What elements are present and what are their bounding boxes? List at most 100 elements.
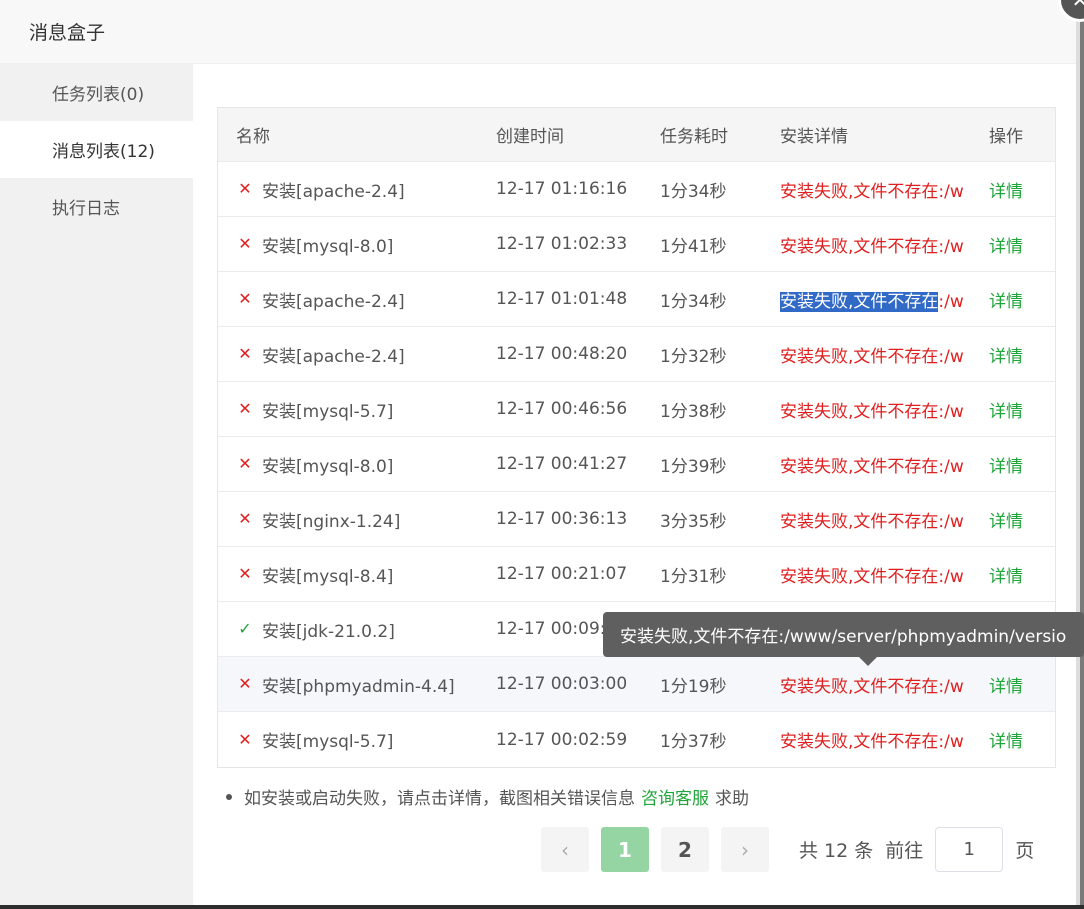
details-link[interactable]: 详情 xyxy=(989,402,1023,422)
background-strip xyxy=(0,905,1084,909)
row-duration: 1分34秒 xyxy=(660,291,727,312)
details-link[interactable]: 详情 xyxy=(989,512,1023,532)
row-name: 安装[mysql-8.0] xyxy=(262,456,394,477)
header-name: 名称 xyxy=(236,127,270,147)
row-name: 安装[apache-2.4] xyxy=(262,181,405,202)
row-duration: 1分39秒 xyxy=(660,456,727,477)
row-created: 12-17 01:02:33 xyxy=(496,234,628,254)
row-duration: 1分32秒 xyxy=(660,346,727,367)
row-duration: 1分34秒 xyxy=(660,181,727,202)
row-details: 安装失败,文件不存在:/w xyxy=(780,676,964,697)
fail-icon: ✕ xyxy=(238,729,252,749)
fail-icon: ✕ xyxy=(238,179,252,198)
fail-icon: ✕ xyxy=(238,289,252,308)
page-1-button[interactable]: 1 xyxy=(601,827,649,872)
next-page-button[interactable]: › xyxy=(721,827,769,872)
details-link[interactable]: 详情 xyxy=(989,457,1023,477)
row-created: 12-17 00:41:27 xyxy=(496,454,628,474)
row-created: 12-17 00:03:00 xyxy=(496,674,628,694)
row-details: 安装失败,文件不存在:/w xyxy=(780,236,964,257)
row-name: 安装[nginx-1.24] xyxy=(262,511,401,532)
row-created: 12-17 01:16:16 xyxy=(496,179,628,199)
close-icon: ✕ xyxy=(1071,0,1084,12)
sidebar-item-task-list[interactable]: 任务列表(0) xyxy=(0,64,193,121)
check-icon: ✓ xyxy=(238,619,252,638)
row-created: 12-17 00:21:07 xyxy=(496,564,628,584)
page-unit-label: 页 xyxy=(1015,840,1035,862)
table-row: ✕ 安装[mysql-8.0] 12-17 01:02:33 1分41秒 安装失败… xyxy=(218,217,1055,272)
sidebar-item-execution-log[interactable]: 执行日志 xyxy=(0,178,193,235)
table-row: ✕ 安装[apache-2.4] 12-17 01:01:48 1分34秒 安装失… xyxy=(218,272,1055,327)
sidebar-item-label: 消息列表(12) xyxy=(52,142,155,162)
table-header: 名称 创建时间 任务耗时 安装详情 操作 xyxy=(218,108,1055,162)
details-link[interactable]: 详情 xyxy=(989,677,1023,697)
row-details: 安装失败,文件不存在:/w xyxy=(780,456,964,477)
row-details: 安装失败,文件不存在:/w xyxy=(780,181,964,202)
message-box-dialog: 消息盒子 任务列表(0) 消息列表(12) 执行日志 名称 创建时间 任务耗时 … xyxy=(0,0,1080,905)
sidebar-item-label: 任务列表(0) xyxy=(52,85,145,105)
prev-page-button[interactable]: ‹ xyxy=(541,827,589,872)
row-duration: 1分19秒 xyxy=(660,676,727,697)
row-created: 12-17 00:02:59 xyxy=(496,729,628,750)
table-row: ✕ 安装[apache-2.4] 12-17 00:48:20 1分32秒 安装失… xyxy=(218,327,1055,382)
fail-icon: ✕ xyxy=(238,399,252,418)
details-tooltip: 安装失败,文件不存在:/www/server/phpmyadmin/versio xyxy=(603,612,1084,657)
header-details: 安装详情 xyxy=(780,127,848,147)
table-row: ✕ 安装[mysql-5.7] 12-17 00:46:56 1分38秒 安装失败… xyxy=(218,382,1055,437)
row-name: 安装[mysql-8.4] xyxy=(262,566,394,587)
table-row: ✕ 安装[mysql-8.4] 12-17 00:21:07 1分31秒 安装失败… xyxy=(218,547,1055,602)
table-row: ✕ 安装[apache-2.4] 12-17 01:16:16 1分34秒 安装失… xyxy=(218,162,1055,217)
details-link[interactable]: 详情 xyxy=(989,347,1023,367)
contact-support-link[interactable]: 咨询客服 xyxy=(641,784,709,809)
help-suffix: 求助 xyxy=(715,789,749,809)
row-created: 12-17 01:01:48 xyxy=(496,289,628,309)
sidebar-item-label: 执行日志 xyxy=(52,199,120,219)
table-row: ✕ 安装[phpmyadmin-4.4] 12-17 00:03:00 1分19秒… xyxy=(218,657,1055,712)
row-name: 安装[apache-2.4] xyxy=(262,291,405,312)
chevron-right-icon: › xyxy=(741,837,749,862)
row-duration: 3分35秒 xyxy=(660,511,727,532)
row-duration: 1分41秒 xyxy=(660,236,727,257)
message-table: 名称 创建时间 任务耗时 安装详情 操作 ✕ 安装[apache-2.4] 12-… xyxy=(217,107,1056,768)
sidebar: 任务列表(0) 消息列表(12) 执行日志 xyxy=(0,64,193,905)
details-link[interactable]: 详情 xyxy=(989,567,1023,587)
details-link[interactable]: 详情 xyxy=(989,292,1023,312)
row-name: 安装[jdk-21.0.2] xyxy=(262,621,395,642)
row-name: 安装[mysql-8.0] xyxy=(262,236,394,257)
dialog-title: 消息盒子 xyxy=(29,22,106,44)
header-ops: 操作 xyxy=(989,127,1023,147)
row-created: 12-17 00:36:13 xyxy=(496,509,628,529)
row-details: 安装失败,文件不存在:/w xyxy=(780,566,964,587)
table-row: ✕ 安装[nginx-1.24] 12-17 00:36:13 3分35秒 安装失… xyxy=(218,492,1055,547)
row-name: 安装[mysql-5.7] xyxy=(262,401,394,422)
row-duration: 1分38秒 xyxy=(660,401,727,422)
main-content: 名称 创建时间 任务耗时 安装详情 操作 ✕ 安装[apache-2.4] 12-… xyxy=(193,64,1080,905)
help-note: 如安装或启动失败，请点击详情，截图相关错误信息 咨询客服 求助 xyxy=(226,784,749,809)
scrollbar[interactable] xyxy=(1076,0,1080,905)
page-2-button[interactable]: 2 xyxy=(661,827,709,872)
row-details: 安装失败,文件不存在:/w xyxy=(780,511,964,532)
row-details: 安装失败,文件不存在:/w xyxy=(780,732,964,752)
goto-page-input[interactable] xyxy=(935,827,1004,872)
header-duration: 任务耗时 xyxy=(660,127,728,147)
row-name: 安装[apache-2.4] xyxy=(262,346,405,367)
details-link[interactable]: 详情 xyxy=(989,182,1023,202)
table-row: ✕ 安装[mysql-5.7] 12-17 00:02:59 1分37秒 安装失败… xyxy=(218,712,1055,767)
dialog-header: 消息盒子 xyxy=(0,0,1080,64)
bullet xyxy=(226,793,232,800)
fail-icon: ✕ xyxy=(238,509,252,528)
row-details: 安装失败,文件不存在:/w xyxy=(780,287,969,312)
row-created: 12-17 00:48:20 xyxy=(496,344,628,364)
row-created: 12-17 00:46:56 xyxy=(496,399,628,419)
table-row: ✕ 安装[mysql-8.0] 12-17 00:41:27 1分39秒 安装失败… xyxy=(218,437,1055,492)
details-link[interactable]: 详情 xyxy=(989,237,1023,257)
sidebar-item-message-list[interactable]: 消息列表(12) xyxy=(0,121,193,178)
row-details: 安装失败,文件不存在:/w xyxy=(780,401,964,422)
header-created: 创建时间 xyxy=(496,127,564,147)
details-link[interactable]: 详情 xyxy=(989,732,1023,752)
fail-icon: ✕ xyxy=(238,344,252,363)
help-text: 如安装或启动失败，请点击详情，截图相关错误信息 xyxy=(244,789,635,809)
fail-icon: ✕ xyxy=(238,454,252,473)
fail-icon: ✕ xyxy=(238,564,252,583)
row-name: 安装[mysql-5.7] xyxy=(262,732,394,752)
